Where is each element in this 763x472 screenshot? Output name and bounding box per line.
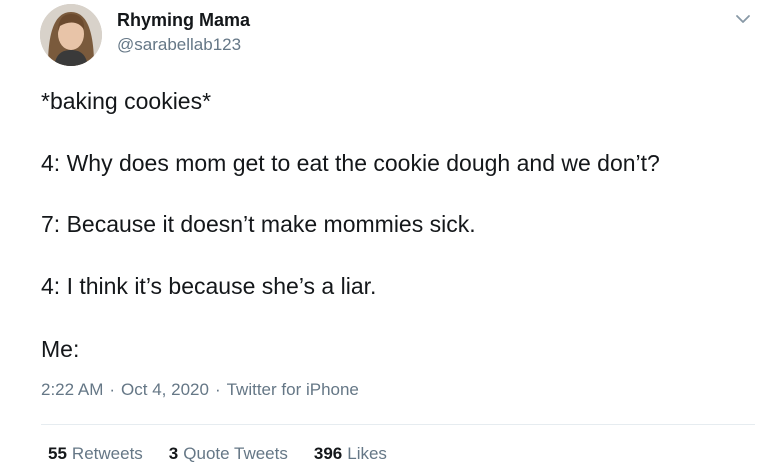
tweet-metadata: 2:22 AM · Oct 4, 2020 · Twitter for iPhone — [41, 380, 359, 400]
meta-separator: · — [214, 380, 221, 399]
likes-count: 396 — [313, 444, 343, 463]
author-name[interactable]: Rhyming Mama — [117, 10, 250, 31]
likes-label: Likes — [347, 444, 387, 463]
tweet-text-line: *baking cookies* — [41, 88, 212, 114]
avatar-image — [40, 4, 102, 66]
tweet-date[interactable]: Oct 4, 2020 — [121, 380, 209, 399]
retweets-stat[interactable]: 55 Retweets — [48, 444, 143, 464]
likes-stat[interactable]: 396 Likes — [314, 444, 387, 464]
engagement-stats: 55 Retweets 3 Quote Tweets 396 Likes — [48, 444, 387, 464]
tweet-text-line: 4: I think it’s because she’s a liar. — [41, 273, 377, 299]
quote-tweets-count: 3 — [168, 444, 179, 463]
tweet-text-line: 4: Why does mom get to eat the cookie do… — [41, 150, 660, 176]
tweet-text-line: Me: — [41, 336, 80, 362]
tweet-text-line: 7: Because it doesn’t make mommies sick. — [41, 211, 476, 237]
avatar[interactable] — [40, 4, 102, 66]
chevron-down-icon[interactable] — [734, 10, 752, 28]
author-handle[interactable]: @sarabellab123 — [117, 35, 241, 55]
quote-tweets-stat[interactable]: 3 Quote Tweets — [169, 444, 288, 464]
retweets-label: Retweets — [71, 444, 143, 463]
tweet-source[interactable]: Twitter for iPhone — [227, 380, 359, 399]
retweets-count: 55 — [48, 444, 67, 463]
divider — [41, 424, 755, 425]
meta-separator: · — [109, 380, 116, 399]
tweet-time[interactable]: 2:22 AM — [41, 380, 103, 399]
quote-tweets-label: Quote Tweets — [183, 444, 288, 463]
